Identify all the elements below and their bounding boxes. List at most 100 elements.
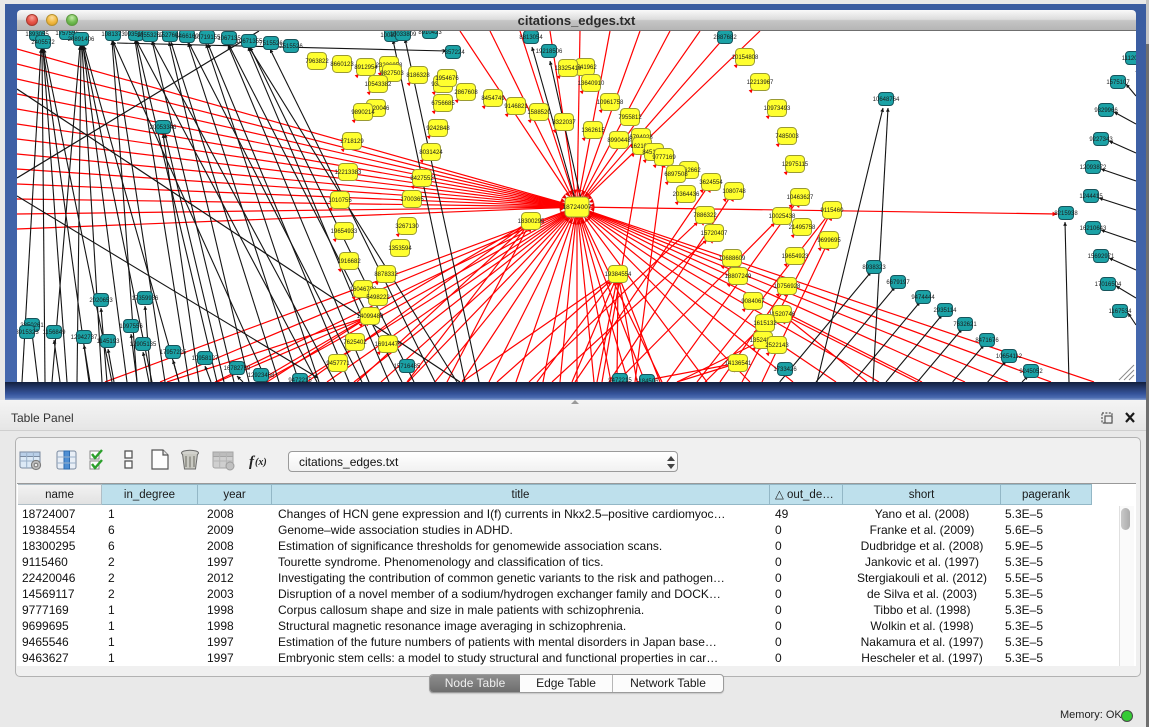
svg-text:2887682: 2887682 [713, 35, 737, 41]
svg-text:7625402: 7625402 [343, 340, 367, 346]
svg-text:12213967: 12213967 [747, 80, 774, 86]
svg-text:8215938: 8215938 [1054, 211, 1078, 217]
svg-text:9245052: 9245052 [1019, 369, 1043, 375]
svg-text:10154808: 10154808 [732, 55, 759, 61]
svg-text:10543382: 10543382 [365, 82, 392, 88]
svg-text:1145193: 1145193 [97, 339, 121, 345]
svg-text:7963822: 7963822 [305, 59, 329, 65]
svg-text:19384554: 19384554 [605, 272, 632, 278]
svg-text:12923468: 12923468 [248, 373, 275, 379]
svg-text:12975115: 12975115 [782, 162, 809, 168]
svg-text:2935114: 2935114 [934, 308, 958, 314]
svg-text:10648764: 10648764 [873, 97, 900, 103]
svg-text:1954676: 1954676 [435, 76, 459, 82]
svg-text:9472215: 9472215 [608, 378, 632, 382]
svg-text:12942737: 12942737 [71, 335, 98, 341]
svg-text:8186328: 8186328 [406, 73, 430, 79]
svg-text:1080748: 1080748 [722, 189, 746, 195]
svg-text:8813054: 8813054 [519, 35, 543, 41]
svg-text:10958127: 10958127 [192, 356, 219, 362]
svg-text:1097556: 1097556 [119, 324, 143, 330]
svg-text:8454749: 8454749 [481, 96, 505, 102]
svg-text:17957225: 17957225 [160, 350, 187, 356]
svg-text:9242848: 9242848 [426, 126, 450, 132]
svg-text:10973493: 10973493 [764, 106, 791, 112]
svg-text:18807249: 18807249 [725, 274, 752, 280]
svg-text:8660123: 8660123 [330, 62, 354, 68]
svg-text:12093872: 12093872 [1080, 165, 1107, 171]
svg-text:1167534: 1167534 [1109, 309, 1133, 315]
svg-text:8427552: 8427552 [410, 176, 434, 182]
svg-text:1588520: 1588520 [527, 110, 551, 116]
svg-text:2867608: 2867608 [454, 90, 478, 96]
svg-text:14136541: 14136541 [725, 361, 752, 367]
svg-text:15716485: 15716485 [394, 364, 421, 370]
svg-text:9472215: 9472215 [288, 378, 312, 382]
svg-text:6897508: 6897508 [664, 172, 688, 178]
svg-text:3624554: 3624554 [699, 180, 723, 186]
svg-text:8031424: 8031424 [419, 150, 443, 156]
svg-text:13640910: 13640910 [578, 81, 605, 87]
svg-text:21495758: 21495758 [789, 225, 816, 231]
svg-text:9146821: 9146821 [504, 104, 528, 110]
svg-text:2405572: 2405572 [31, 40, 55, 46]
svg-text:1362615: 1362615 [581, 128, 605, 134]
svg-text:20891406: 20891406 [68, 37, 95, 43]
svg-text:17016504: 17016504 [1095, 282, 1122, 288]
svg-text:1733426: 1733426 [773, 367, 797, 373]
svg-text:20364436: 20364436 [673, 192, 700, 198]
svg-text:1081373: 1081373 [101, 32, 125, 38]
svg-text:2718129: 2718129 [340, 139, 364, 145]
svg-text:1244415: 1244415 [1079, 194, 1103, 200]
svg-text:3267130: 3267130 [395, 224, 419, 230]
svg-text:1184506: 1184506 [636, 379, 660, 382]
svg-text:1112075: 1112075 [1122, 56, 1136, 62]
svg-text:1010755: 1010755 [328, 198, 352, 204]
svg-text:8910423: 8910423 [418, 31, 442, 36]
svg-text:1575107: 1575107 [1106, 80, 1130, 86]
svg-text:7886322: 7886322 [693, 213, 717, 219]
svg-text:10025438: 10025438 [769, 214, 796, 220]
svg-text:9329966: 9329966 [1094, 108, 1118, 114]
svg-text:8471676: 8471676 [975, 338, 999, 344]
svg-text:10756928: 10756928 [774, 284, 801, 290]
svg-text:9699695: 9699695 [817, 238, 841, 244]
svg-text:(x): (x) [255, 457, 267, 468]
svg-text:6679197: 6679197 [886, 280, 910, 286]
svg-text:10033809: 10033809 [390, 32, 417, 38]
svg-text:18300295: 18300295 [518, 219, 545, 225]
svg-text:10463627: 10463627 [787, 195, 814, 201]
svg-text:9115460: 9115460 [821, 208, 845, 214]
svg-text:9227343: 9227343 [1089, 137, 1113, 143]
svg-text:7357224: 7357224 [441, 50, 465, 56]
svg-text:8938323: 8938323 [862, 265, 886, 271]
svg-text:10688609: 10688609 [719, 256, 746, 262]
svg-text:8990448: 8990448 [607, 138, 631, 144]
svg-text:3915323: 3915323 [17, 330, 39, 336]
svg-text:12213383: 12213383 [335, 170, 362, 176]
svg-text:2020653: 2020653 [89, 298, 113, 304]
svg-text:16210643: 16210643 [1080, 226, 1107, 232]
svg-text:8322037: 8322037 [552, 120, 576, 126]
svg-text:8878332: 8878332 [374, 272, 398, 278]
svg-text:1916682: 1916682 [337, 259, 361, 265]
svg-text:9084067: 9084067 [741, 299, 765, 305]
svg-text:7515526: 7515526 [279, 44, 303, 50]
svg-text:16914479: 16914479 [375, 342, 402, 348]
svg-text:10654112: 10654112 [996, 354, 1023, 360]
svg-text:12905135: 12905135 [130, 342, 157, 348]
svg-text:9474444: 9474444 [911, 295, 935, 301]
svg-text:18724007: 18724007 [563, 204, 592, 211]
svg-text:1353594: 1353594 [388, 246, 412, 252]
svg-text:9457771: 9457771 [326, 361, 350, 367]
svg-text:9777169: 9777169 [652, 155, 676, 161]
svg-text:1156849: 1156849 [43, 330, 67, 336]
svg-text:6756685: 6756685 [431, 101, 455, 107]
svg-text:15692971: 15692971 [1088, 254, 1115, 260]
svg-text:19218506: 19218506 [536, 49, 563, 55]
svg-text:15720407: 15720407 [701, 231, 728, 237]
svg-text:10961758: 10961758 [597, 100, 624, 106]
svg-text:7485003: 7485003 [775, 134, 799, 140]
svg-text:1615132: 1615132 [753, 321, 777, 327]
svg-text:2522143: 2522143 [765, 343, 789, 349]
